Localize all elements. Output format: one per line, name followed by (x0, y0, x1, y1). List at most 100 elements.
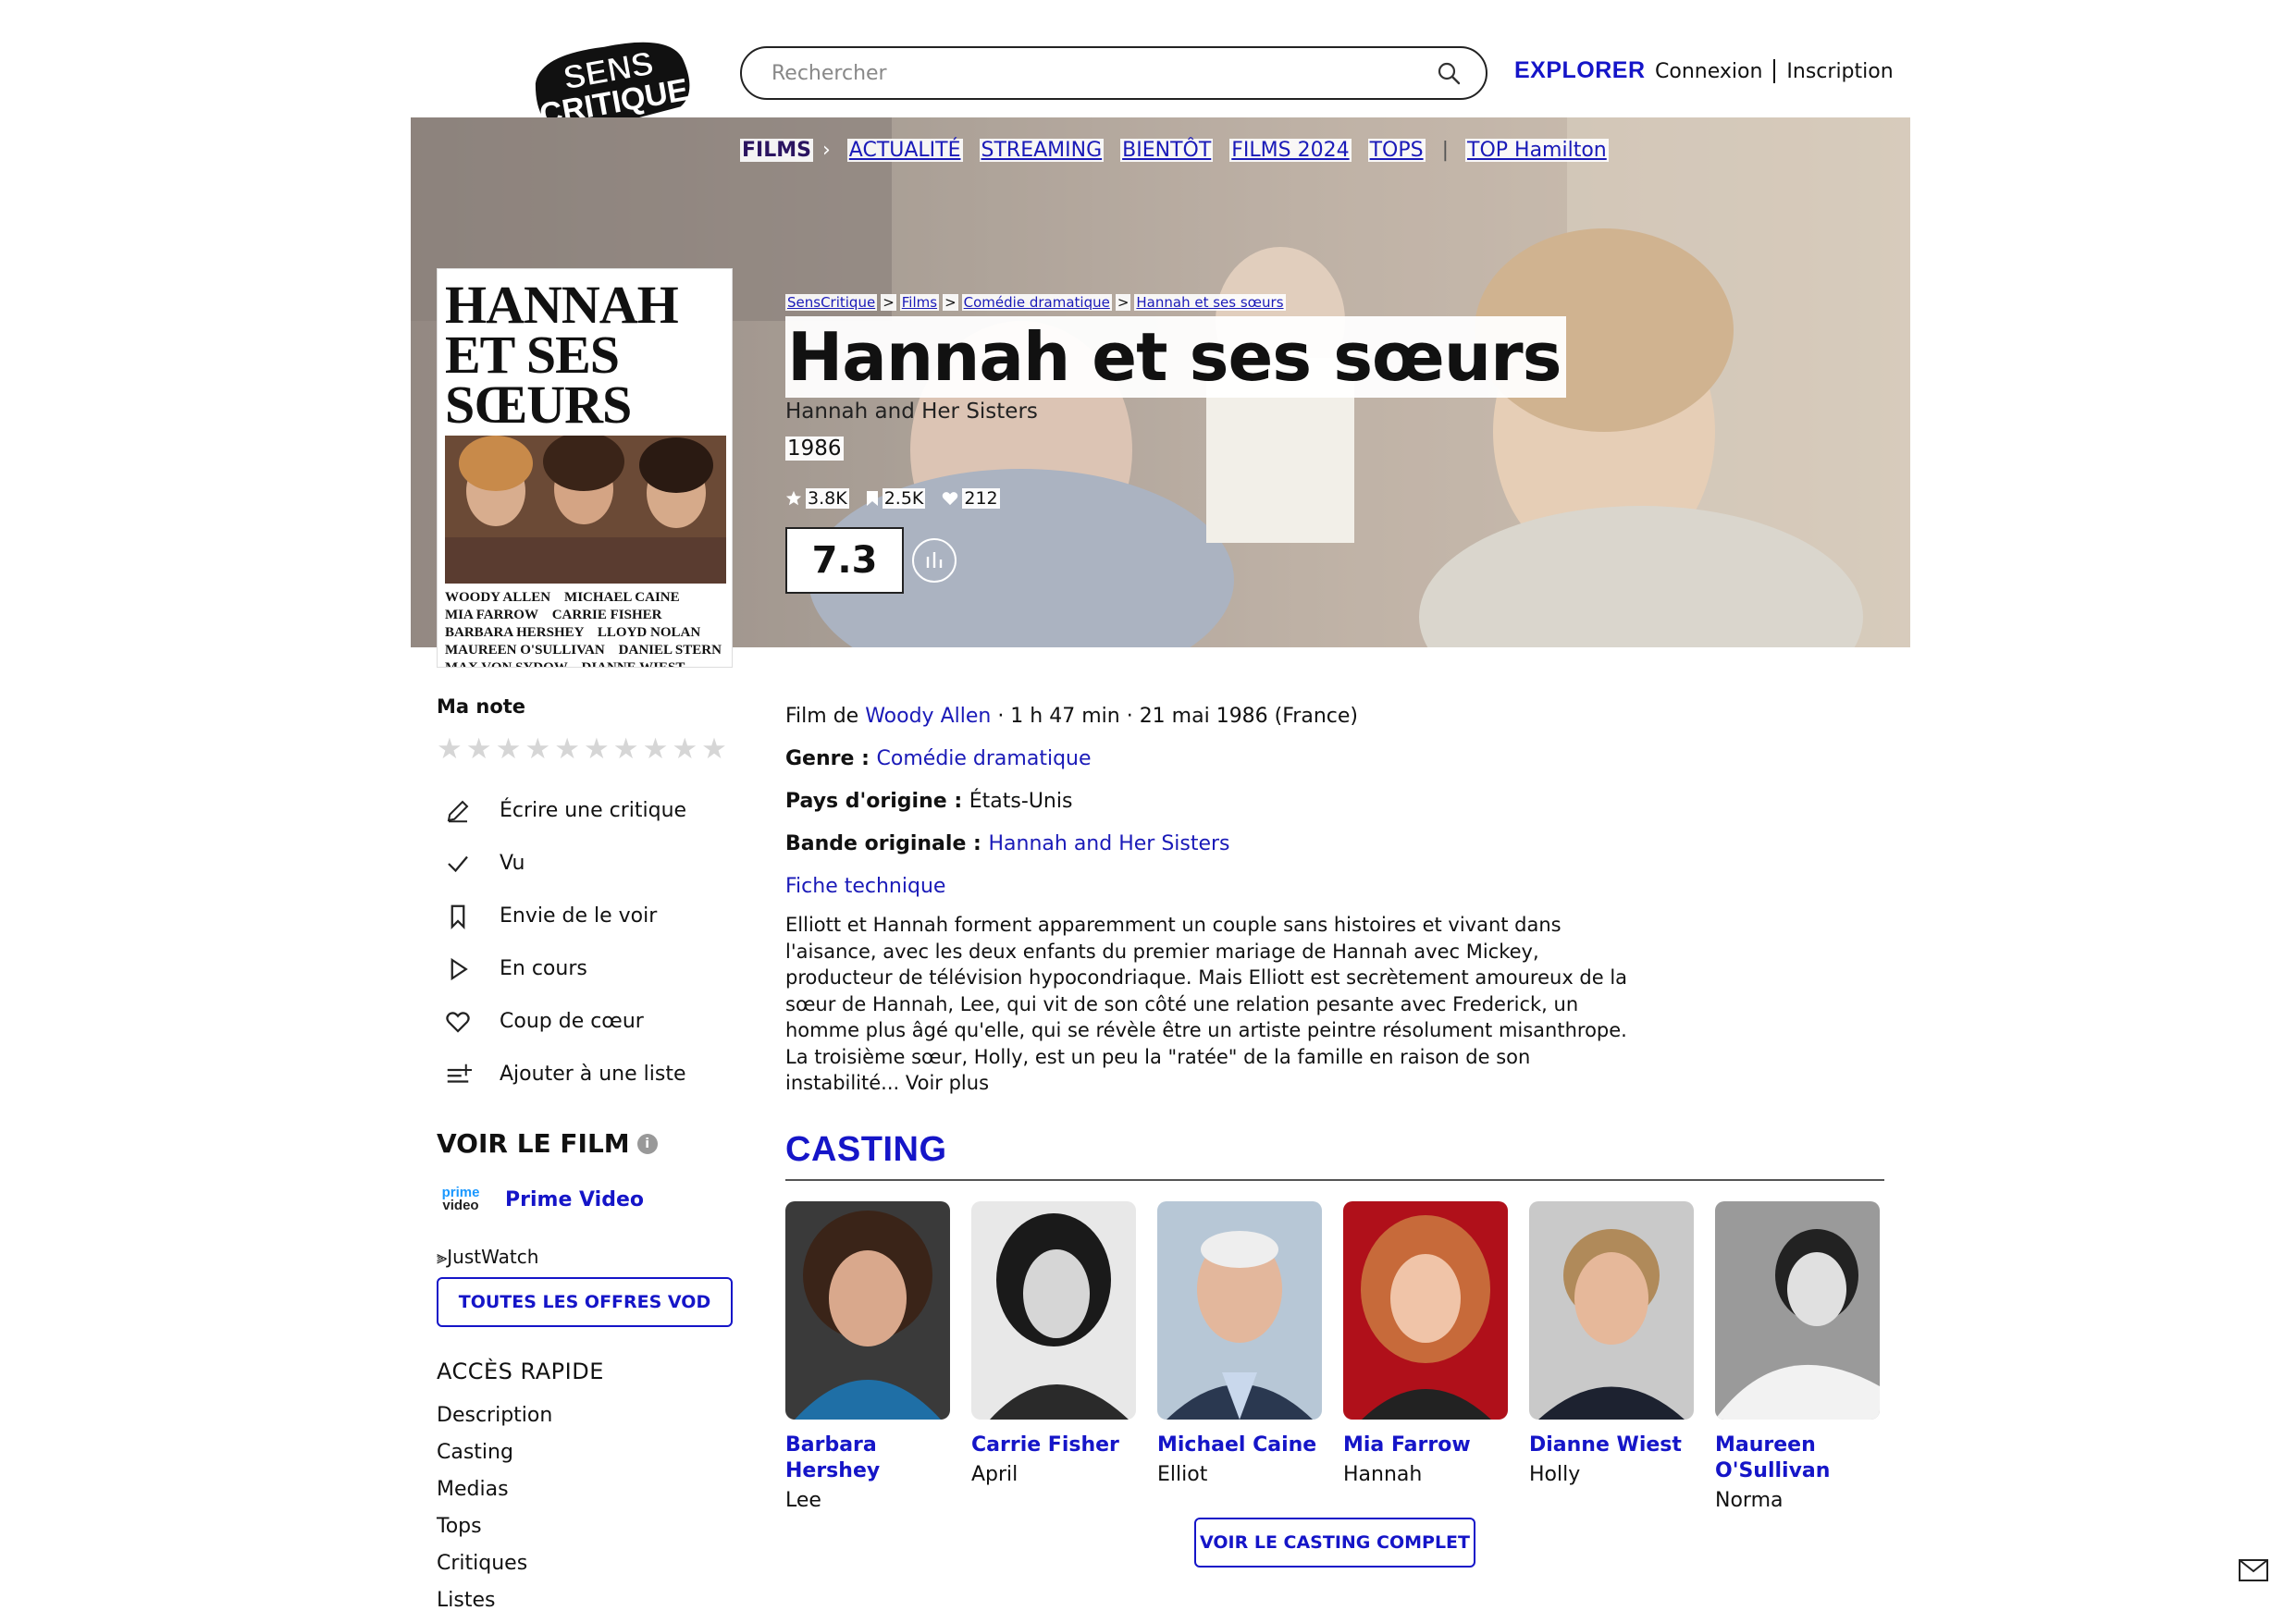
actor-photo[interactable] (785, 1200, 950, 1420)
write-review-action[interactable]: Écrire une critique (437, 784, 737, 837)
provider-name[interactable]: Prime Video (505, 1188, 644, 1211)
rating-star-icon[interactable]: ★ (466, 734, 492, 764)
full-cast-button[interactable]: VOIR LE CASTING COMPLET (1194, 1518, 1475, 1568)
page-title: Hannah et ses sœurs (785, 316, 1567, 398)
poster-title: HANNAH ET SES SŒURS (445, 275, 679, 435)
character-name: Hannah (1343, 1462, 1423, 1486)
actor-name[interactable]: Carrie Fisher (971, 1432, 1136, 1458)
actor-photo[interactable] (1157, 1200, 1322, 1420)
search-icon[interactable] (1436, 60, 1462, 86)
breadcrumb-separator: > (881, 294, 896, 311)
rating-star-icon[interactable]: ★ (496, 734, 522, 764)
rating-star-icon[interactable]: ★ (437, 734, 463, 764)
movie-poster[interactable]: HANNAH ET SES SŒURS WOODY ALLEN MICHAEL … (437, 268, 733, 668)
rating-star-icon[interactable]: ★ (643, 734, 669, 764)
quick-link-description[interactable]: Description (437, 1397, 737, 1434)
actor-name[interactable]: Michael Caine (1157, 1432, 1322, 1458)
quick-access-links: Description Casting Medias Tops Critique… (437, 1397, 737, 1619)
search-bar[interactable] (740, 46, 1487, 100)
character-name: Lee (785, 1488, 821, 1512)
nav-films[interactable]: FILMS (740, 139, 813, 162)
rating-star-icon[interactable]: ★ (613, 734, 639, 764)
pencil-icon (447, 800, 469, 822)
cast-card[interactable]: Carrie Fisher April (971, 1200, 1136, 1518)
quick-link-casting[interactable]: Casting (437, 1434, 737, 1471)
movie-details: Film de Woody Allen · 1 h 47 min · 21 ma… (785, 695, 1886, 1518)
bookmark-icon (866, 491, 878, 506)
breadcrumb-genre[interactable]: Comédie dramatique (961, 294, 1112, 311)
breadcrumb-separator: > (1115, 294, 1131, 311)
quick-link-medias[interactable]: Medias (437, 1471, 737, 1508)
rating-stars[interactable]: ★ ★ ★ ★ ★ ★ ★ ★ ★ ★ (437, 734, 737, 764)
movie-stats: 3.8K 2.5K 212 (785, 488, 1000, 509)
rating-star-icon[interactable]: ★ (584, 734, 610, 764)
actor-name[interactable]: Dianne Wiest (1529, 1432, 1694, 1458)
nav-divider: | (1441, 139, 1450, 162)
breadcrumb: SensCritique > Films > Comédie dramatiqu… (785, 294, 1286, 311)
film-meta-line: Film de Woody Allen · 1 h 47 min · 21 ma… (785, 705, 1358, 728)
login-link[interactable]: Connexion (1655, 60, 1762, 83)
watch-section-title: VOIR LE FILM i (437, 1128, 737, 1159)
director-link[interactable]: Woody Allen (865, 705, 991, 728)
cast-card[interactable]: Barbara Hershey Lee (785, 1200, 950, 1518)
mail-icon[interactable] (2239, 1559, 2268, 1581)
actor-photo[interactable] (971, 1200, 1136, 1420)
nav-streaming[interactable]: STREAMING (979, 139, 1105, 162)
actor-photo[interactable] (1529, 1200, 1694, 1420)
bookmark-icon (451, 904, 465, 929)
nav-actualite[interactable]: ACTUALITÉ (846, 139, 963, 162)
breadcrumb-films[interactable]: Films (899, 294, 940, 311)
nav-top-hamilton[interactable]: TOP Hamilton (1465, 139, 1609, 162)
signup-link[interactable]: Inscription (1786, 60, 1893, 83)
favorite-action[interactable]: Coup de cœur (437, 995, 737, 1048)
nav-bientot[interactable]: BIENTÔT (1120, 139, 1214, 162)
explorer-link[interactable]: EXPLORER (1514, 57, 1646, 84)
add-to-list-action[interactable]: Ajouter à une liste (437, 1048, 737, 1100)
actor-photo[interactable] (1715, 1200, 1880, 1420)
actor-name[interactable]: Barbara Hershey (785, 1432, 950, 1484)
actor-photo[interactable] (1343, 1200, 1508, 1420)
nav-films-2024[interactable]: FILMS 2024 (1229, 139, 1352, 162)
poster-photo (445, 436, 726, 584)
breadcrumb-separator: > (943, 294, 958, 311)
genre-link[interactable]: Comédie dramatique (877, 747, 1092, 770)
character-name: Elliot (1157, 1462, 1208, 1486)
search-input[interactable] (772, 61, 1436, 85)
justwatch-play-icon: ⫸ (437, 1246, 448, 1268)
quick-link-tops[interactable]: Tops (437, 1508, 737, 1545)
character-name: Norma (1715, 1488, 1784, 1512)
justwatch-logo[interactable]: ⫸JustWatch (437, 1246, 737, 1268)
poster-cast: WOODY ALLEN MICHAEL CAINE MIA FARROW CAR… (445, 590, 722, 668)
casting-divider (785, 1178, 1884, 1181)
want-to-see-action[interactable]: Envie de le voir (437, 890, 737, 942)
rating-star-icon[interactable]: ★ (525, 734, 550, 764)
rating-star-icon[interactable]: ★ (672, 734, 697, 764)
in-progress-action[interactable]: En cours (437, 942, 737, 995)
provider-prime-video[interactable]: prime video Prime Video (437, 1179, 737, 1220)
seen-action[interactable]: Vu (437, 837, 737, 890)
breadcrumb-senscritique[interactable]: SensCritique (785, 294, 878, 311)
casting-title: CASTING (785, 1129, 947, 1169)
info-icon[interactable]: i (636, 1133, 658, 1154)
cast-card[interactable]: Maureen O'Sullivan Norma (1715, 1200, 1880, 1518)
chevron-right-icon: › (821, 139, 831, 162)
quick-link-listes[interactable]: Listes (437, 1582, 737, 1619)
character-name: April (971, 1462, 1018, 1486)
rating-star-icon[interactable]: ★ (701, 734, 727, 764)
cast-card[interactable]: Dianne Wiest Holly (1529, 1200, 1694, 1518)
tech-sheet-link[interactable]: Fiche technique (785, 866, 1886, 908)
actor-name[interactable]: Mia Farrow (1343, 1432, 1508, 1458)
actor-name[interactable]: Maureen O'Sullivan (1715, 1432, 1880, 1484)
rating-star-icon[interactable]: ★ (554, 734, 580, 764)
soundtrack-link[interactable]: Hannah and Her Sisters (988, 832, 1229, 855)
synopsis[interactable]: Elliott et Hannah forment apparemment un… (785, 912, 1636, 1097)
cast-card[interactable]: Mia Farrow Hannah (1343, 1200, 1508, 1518)
breadcrumb-current[interactable]: Hannah et ses sœurs (1134, 294, 1286, 311)
cast-card[interactable]: Michael Caine Elliot (1157, 1200, 1322, 1518)
auth-separator (1773, 59, 1776, 83)
average-score: 7.3 (785, 527, 904, 594)
all-vod-offers-button[interactable]: TOUTES LES OFFRES VOD (437, 1277, 733, 1327)
stats-chart-icon[interactable] (912, 538, 957, 583)
nav-tops[interactable]: TOPS (1367, 139, 1426, 162)
quick-link-critiques[interactable]: Critiques (437, 1545, 737, 1582)
